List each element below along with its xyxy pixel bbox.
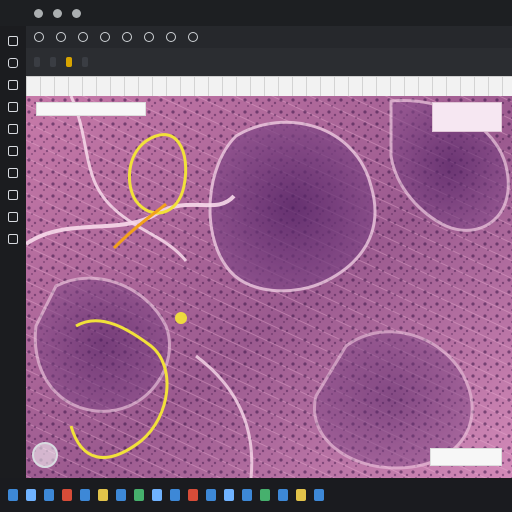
app-icon[interactable]: [26, 489, 36, 501]
app-icon[interactable]: [242, 489, 252, 501]
menu-icon[interactable]: [100, 32, 110, 42]
app-icon[interactable]: [278, 489, 288, 501]
tool-icon[interactable]: [8, 102, 18, 112]
menu-icon[interactable]: [144, 32, 154, 42]
app-icon[interactable]: [98, 489, 108, 501]
main-toolbar: [26, 48, 512, 76]
gland-region: [208, 120, 377, 293]
toolbar-item[interactable]: [82, 57, 88, 67]
tool-icon[interactable]: [8, 146, 18, 156]
app-icon[interactable]: [134, 489, 144, 501]
annotation-marker[interactable]: [175, 312, 187, 324]
tool-icon[interactable]: [8, 168, 18, 178]
app-icon[interactable]: [152, 489, 162, 501]
tool-icon[interactable]: [8, 234, 18, 244]
tissue-canvas[interactable]: [26, 96, 512, 478]
window-titlebar: [0, 0, 512, 26]
app-icon[interactable]: [188, 489, 198, 501]
app-icon[interactable]: [170, 489, 180, 501]
app-icon[interactable]: [314, 489, 324, 501]
tool-icon[interactable]: [8, 212, 18, 222]
viewer-label: [36, 102, 146, 116]
menu-icon[interactable]: [188, 32, 198, 42]
app-icon[interactable]: [224, 489, 234, 501]
toolbar-item[interactable]: [50, 57, 56, 67]
ruler-ticks: [26, 77, 512, 97]
app-icon[interactable]: [116, 489, 126, 501]
window-control-icon[interactable]: [34, 8, 43, 18]
app-icon[interactable]: [62, 489, 72, 501]
app-icon[interactable]: [206, 489, 216, 501]
scale-bar: [430, 448, 502, 466]
tool-icon[interactable]: [8, 124, 18, 134]
left-toolbar: [0, 26, 26, 478]
minimap[interactable]: [432, 102, 502, 132]
app-icon[interactable]: [8, 489, 18, 501]
tool-icon[interactable]: [8, 80, 18, 90]
menu-icon[interactable]: [34, 32, 44, 42]
taskbar: [0, 478, 512, 512]
app-icon[interactable]: [296, 489, 306, 501]
toolbar-item[interactable]: [34, 57, 40, 67]
lock-icon[interactable]: [8, 58, 18, 68]
app-icon[interactable]: [44, 489, 54, 501]
toolbar-item-active[interactable]: [66, 57, 72, 67]
menu-icon[interactable]: [78, 32, 88, 42]
menu-bar: [26, 26, 512, 48]
window-control-icon[interactable]: [53, 8, 62, 18]
menu-icon[interactable]: [56, 32, 66, 42]
menu-icon[interactable]: [122, 32, 132, 42]
navigator-dial-icon[interactable]: [32, 442, 58, 468]
menu-icon[interactable]: [166, 32, 176, 42]
app-icon[interactable]: [80, 489, 90, 501]
tool-icon[interactable]: [8, 190, 18, 200]
ruler: [26, 76, 512, 98]
window-control-icon[interactable]: [72, 8, 81, 18]
tool-icon[interactable]: [8, 36, 18, 46]
histology-viewer[interactable]: [26, 96, 512, 478]
app-icon[interactable]: [260, 489, 270, 501]
